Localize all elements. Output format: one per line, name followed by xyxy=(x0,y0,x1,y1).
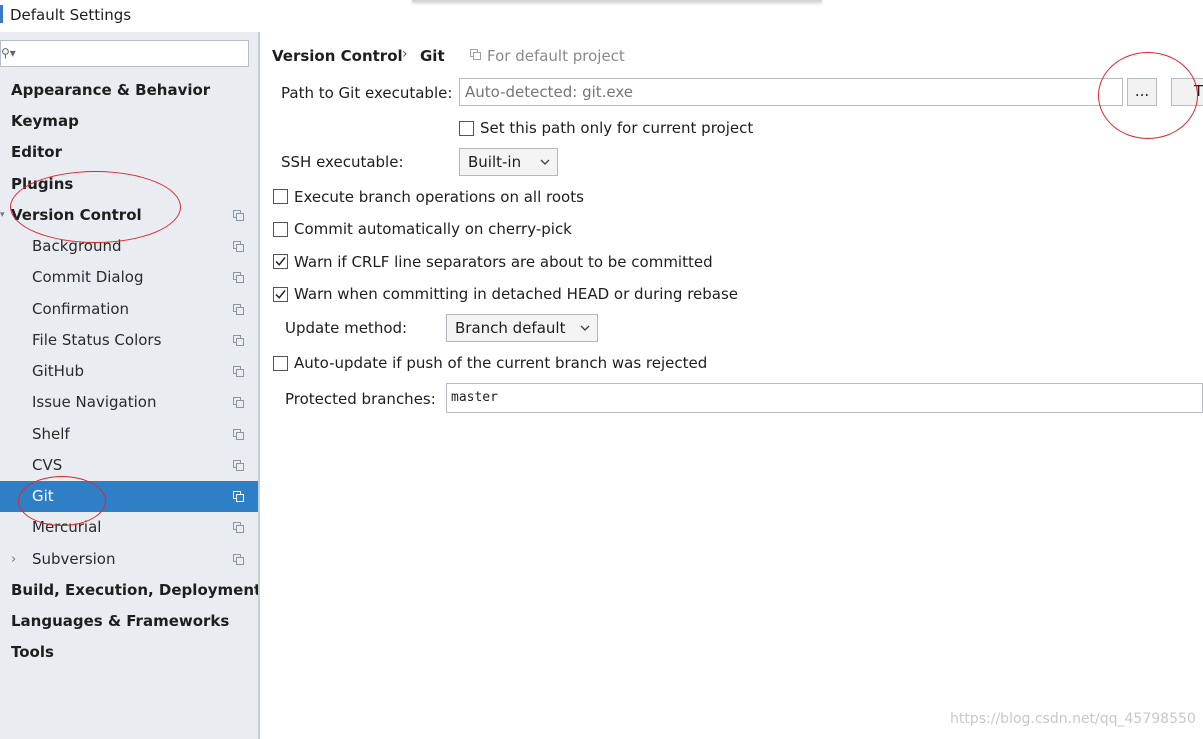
breadcrumb-current: Git xyxy=(420,47,445,65)
auto-update-label: Auto-update if push of the current branc… xyxy=(294,354,708,372)
current-project-checkbox[interactable] xyxy=(459,121,474,136)
sidebar-item-label: Commit Dialog xyxy=(32,268,144,286)
watermark: https://blog.csdn.net/qq_45798550 xyxy=(950,711,1196,727)
project-level-icon xyxy=(233,554,244,565)
sidebar-item-label: Languages & Frameworks xyxy=(11,612,230,630)
project-level-icon xyxy=(233,304,244,315)
project-level-icon xyxy=(233,491,244,502)
project-level-icon xyxy=(233,397,244,408)
protected-branches-input[interactable]: master xyxy=(446,383,1203,413)
popup-shadow xyxy=(412,0,822,2)
sidebar-item-label: File Status Colors xyxy=(32,331,162,349)
sidebar-item-commit-dialog[interactable]: Commit Dialog xyxy=(0,262,258,293)
annotation-circle-browse xyxy=(1098,52,1198,139)
checkmark-icon xyxy=(275,290,286,299)
update-method-value: Branch default xyxy=(455,319,566,337)
git-settings-panel: Version Control › Git For default projec… xyxy=(260,32,1203,739)
project-level-icon xyxy=(233,429,244,440)
opt-cherry-pick-checkbox[interactable] xyxy=(273,222,288,237)
project-level-icon xyxy=(233,522,244,533)
sidebar-item-file-status-colors[interactable]: File Status Colors xyxy=(0,325,258,356)
sidebar-item-label: Build, Execution, Deployment xyxy=(11,581,262,599)
sidebar-item-label: Appearance & Behavior xyxy=(11,81,211,99)
opt-branch-all-roots-label: Execute branch operations on all roots xyxy=(294,188,584,206)
project-level-icon xyxy=(233,366,244,377)
current-project-label: Set this path only for current project xyxy=(480,119,754,137)
opt-detached-head-checkbox[interactable] xyxy=(273,287,288,302)
sidebar-item-label: Shelf xyxy=(32,425,70,443)
ssh-select-value: Built-in xyxy=(468,153,522,171)
project-level-icon xyxy=(470,49,481,60)
sidebar-item-cvs[interactable]: CVS xyxy=(0,450,258,481)
expand-chevron-icon[interactable]: ▾ xyxy=(0,200,5,231)
settings-sidebar: ⚲▾ Appearance & Behavior Keymap Editor P… xyxy=(0,32,262,739)
opt-cherry-pick-label: Commit automatically on cherry-pick xyxy=(294,220,572,238)
sidebar-item-issue-navigation[interactable]: Issue Navigation xyxy=(0,387,258,418)
sidebar-item-label: Keymap xyxy=(11,112,79,130)
project-level-icon xyxy=(233,335,244,346)
sidebar-item-tools[interactable]: Tools xyxy=(0,637,258,668)
checkmark-icon xyxy=(275,257,286,266)
sidebar-item-label: Editor xyxy=(11,143,62,161)
sidebar-item-appearance[interactable]: Appearance & Behavior xyxy=(0,75,258,106)
git-path-label: Path to Git executable: xyxy=(281,84,453,102)
ssh-label: SSH executable: xyxy=(281,153,404,171)
chevron-down-icon xyxy=(540,159,550,165)
search-icon: ⚲▾ xyxy=(1,46,16,60)
update-method-label: Update method: xyxy=(285,319,408,337)
sidebar-item-keymap[interactable]: Keymap xyxy=(0,106,258,137)
sidebar-item-build[interactable]: Build, Execution, Deployment xyxy=(0,575,262,606)
protected-branches-label: Protected branches: xyxy=(285,390,436,408)
settings-search-field[interactable]: ⚲▾ xyxy=(0,40,249,67)
ssh-select[interactable]: Built-in xyxy=(459,148,558,176)
opt-branch-all-roots-checkbox[interactable] xyxy=(273,189,288,204)
project-level-icon xyxy=(233,210,244,221)
sidebar-item-label: Subversion xyxy=(32,550,116,568)
annotation-circle-version-control xyxy=(10,171,181,243)
project-level-icon xyxy=(233,460,244,471)
opt-crlf-checkbox[interactable] xyxy=(273,254,288,269)
project-level-icon xyxy=(233,241,244,252)
sidebar-item-github[interactable]: GitHub xyxy=(0,356,258,387)
opt-detached-head-label: Warn when committing in detached HEAD or… xyxy=(294,285,739,303)
sidebar-item-label: GitHub xyxy=(32,362,84,380)
project-level-icon xyxy=(233,272,244,283)
window-icon xyxy=(0,5,3,23)
sidebar-item-label: Confirmation xyxy=(32,300,130,318)
sidebar-item-label: Tools xyxy=(11,643,54,661)
annotation-circle-git xyxy=(18,476,106,526)
sidebar-item-languages[interactable]: Languages & Frameworks xyxy=(0,606,258,637)
breadcrumb-parent: Version Control xyxy=(272,47,403,65)
sidebar-item-editor[interactable]: Editor xyxy=(0,137,258,168)
git-path-input[interactable] xyxy=(459,78,1123,106)
window-title-bar: Default Settings xyxy=(0,0,1203,32)
scope-label: For default project xyxy=(487,47,625,65)
auto-update-checkbox[interactable] xyxy=(273,356,288,371)
opt-crlf-label: Warn if CRLF line separators are about t… xyxy=(294,253,713,271)
chevron-down-icon xyxy=(580,325,590,331)
expand-chevron-icon[interactable]: › xyxy=(11,544,16,575)
window-title: Default Settings xyxy=(10,6,132,24)
update-method-select[interactable]: Branch default xyxy=(446,314,598,342)
sidebar-item-confirmation[interactable]: Confirmation xyxy=(0,294,258,325)
sidebar-item-label: Issue Navigation xyxy=(32,393,157,411)
sidebar-item-shelf[interactable]: Shelf xyxy=(0,419,258,450)
sidebar-item-subversion[interactable]: › Subversion xyxy=(0,544,258,575)
breadcrumb-separator: › xyxy=(402,46,408,62)
